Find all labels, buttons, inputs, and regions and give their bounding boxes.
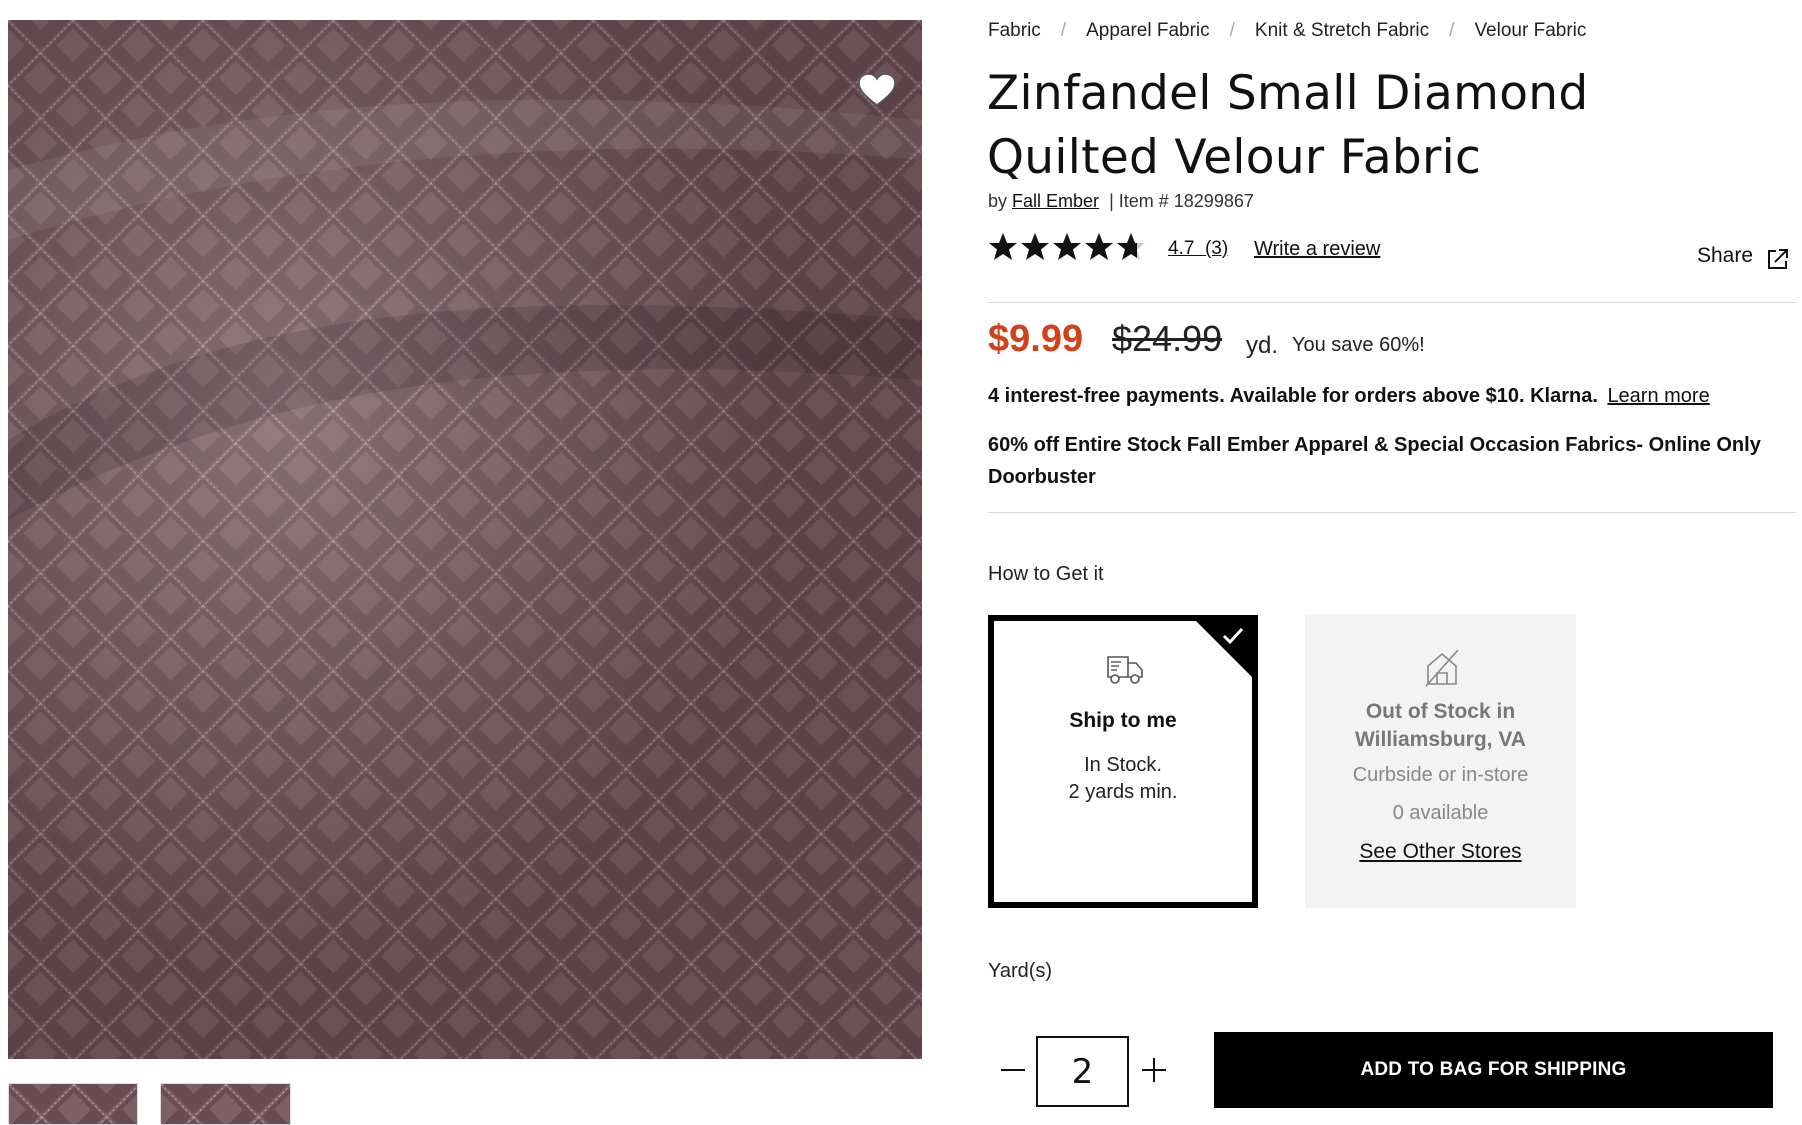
fabric-texture-image (8, 20, 922, 1059)
write-review-link[interactable]: Write a review (1254, 238, 1380, 261)
savings-text: You save 60%! (1292, 334, 1425, 356)
price-unit: yd. (1246, 332, 1279, 359)
product-byline: by Fall Ember | Item # 18299867 (988, 191, 1254, 212)
favorite-heart-icon[interactable] (857, 72, 897, 108)
promo-text: 60% off Entire Stock Fall Ember Apparel … (988, 434, 1761, 488)
breadcrumb-velour-fabric[interactable]: Velour Fabric (1474, 20, 1586, 41)
klarna-message: 4 interest-free payments. Available for … (988, 385, 1710, 408)
share-external-icon[interactable] (1766, 247, 1790, 271)
breadcrumb-separator: / (1449, 20, 1455, 41)
by-label: by (988, 191, 1008, 211)
minus-icon[interactable] (995, 1052, 1031, 1088)
store-pickup-type: Curbside or in-store (1352, 764, 1529, 786)
add-to-bag-button[interactable]: ADD TO BAG FOR SHIPPING (1214, 1032, 1773, 1108)
store-unavailable-icon (1425, 649, 1459, 687)
divider (988, 512, 1796, 513)
ship-minimum: 2 yards min. (1068, 781, 1178, 803)
checkmark-icon (1222, 627, 1244, 645)
original-price: $24.99 (1112, 318, 1223, 359)
truck-icon (1107, 656, 1143, 684)
store-availability: 0 available (1392, 802, 1489, 824)
breadcrumb-separator: / (1229, 20, 1235, 41)
sale-price: $9.99 (988, 318, 1084, 360)
breadcrumb-knit-stretch-fabric[interactable]: Knit & Stretch Fabric (1255, 20, 1429, 41)
ship-title: Ship to me (1069, 709, 1177, 732)
thumbnail-1[interactable] (8, 1083, 138, 1125)
thumbnail-2[interactable] (160, 1083, 291, 1125)
brand-link[interactable]: Fall Ember (1012, 191, 1099, 211)
breadcrumb-separator: / (1060, 20, 1067, 41)
rating-value: 4.7 (1168, 238, 1195, 259)
breadcrumb-fabric[interactable]: Fabric (988, 20, 1041, 41)
store-title: Out of Stock in Williamsburg, VA (1355, 700, 1526, 751)
divider (988, 302, 1796, 303)
klarna-learn-more-link[interactable]: Learn more (1607, 385, 1709, 407)
breadcrumb-apparel-fabric[interactable]: Apparel Fabric (1086, 20, 1210, 41)
share-button[interactable]: Share (1697, 244, 1753, 268)
star-rating-icon (989, 233, 1145, 260)
breadcrumb: Fabric / Apparel Fabric / Knit & Stretch Fab… (988, 20, 1586, 42)
product-main-image[interactable] (8, 20, 922, 1059)
thumbnail-image (9, 1084, 137, 1124)
ship-to-me-option[interactable]: Ship to me In Stock. 2 yards min. (988, 615, 1258, 908)
klarna-text: 4 interest-free payments. Available for … (988, 385, 1598, 407)
quantity-input[interactable] (1036, 1036, 1129, 1107)
plus-icon[interactable] (1136, 1052, 1172, 1088)
fulfillment-label: How to Get it (988, 563, 1104, 585)
product-title: Zinfandel Small Diamond Quilted Velour F… (987, 66, 1589, 185)
ship-stock-status: In Stock. (1084, 754, 1162, 776)
see-other-stores-link[interactable]: See Other Stores (1305, 840, 1576, 864)
quantity-label: Yard(s) (988, 960, 1053, 982)
review-count: (3) (1204, 238, 1229, 259)
rating-reviews-link[interactable]: 4.7 (3) (1168, 238, 1228, 260)
item-number: | Item # 18299867 (1109, 191, 1254, 211)
thumbnail-image (161, 1084, 290, 1124)
store-pickup-option: Out of Stock in Williamsburg, VA Curbsid… (1305, 614, 1576, 908)
